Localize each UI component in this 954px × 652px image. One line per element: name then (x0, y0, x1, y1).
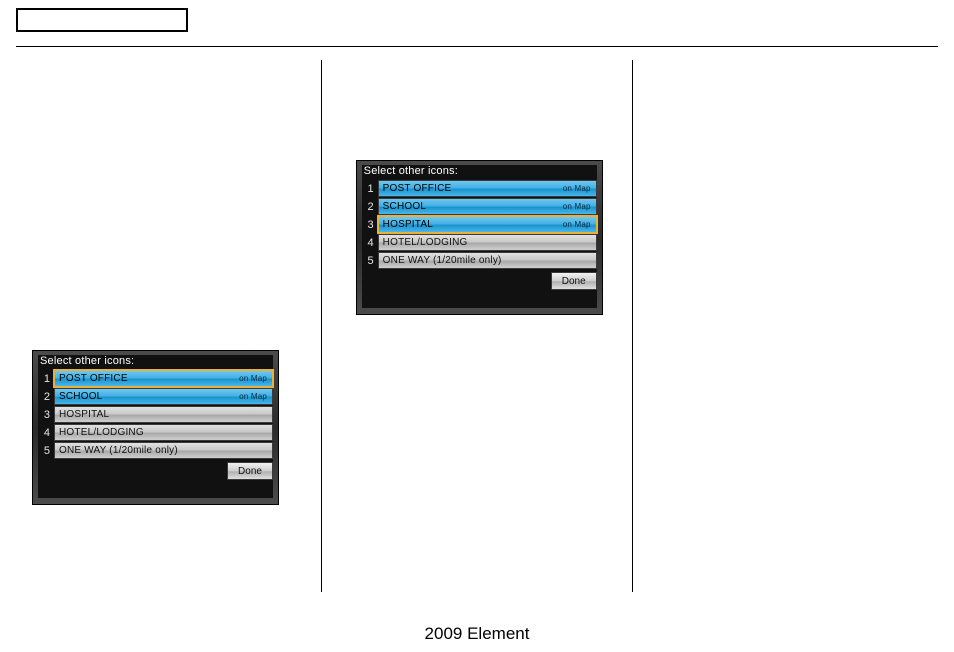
option-label: HOSPITAL (383, 219, 433, 230)
column-right (639, 60, 938, 592)
column-left: Select other icons: 1 POST OFFICE on Map 2S… (16, 60, 315, 592)
nav-screenshot-b: Select other icons: 1 POST OFFICE on Map 2S… (356, 160, 603, 315)
icon-option-button[interactable]: HOSPITAL (54, 406, 273, 423)
option-label: ONE WAY (1/20mile only) (383, 255, 502, 266)
row-number: 2 (38, 391, 50, 403)
row-number: 1 (38, 373, 50, 385)
icon-option-button[interactable]: ONE WAY (1/20mile only) (54, 442, 273, 459)
row-number: 4 (38, 427, 50, 439)
icon-option-button[interactable]: POST OFFICE on Map (378, 180, 597, 197)
icon-option-button[interactable]: ONE WAY (1/20mile only) (378, 252, 597, 269)
list-row: 2 SCHOOL on Map (38, 388, 273, 405)
icon-option-button[interactable]: POST OFFICE on Map (54, 370, 273, 387)
done-button[interactable]: Done (227, 462, 273, 480)
list-row: 2 SCHOOL on Map (362, 198, 597, 215)
icon-option-button[interactable]: SCHOOL on Map (54, 388, 273, 405)
option-label: HOTEL/LODGING (383, 237, 468, 248)
panel-title: Select other icons: (38, 355, 273, 370)
row-number: 1 (362, 183, 374, 195)
horizontal-rule (16, 46, 938, 47)
done-button[interactable]: Done (551, 272, 597, 290)
row-number: 4 (362, 237, 374, 249)
on-map-badge: on Map (563, 202, 592, 211)
column-middle: Select other icons: 1 POST OFFICE on Map 2S… (328, 60, 627, 592)
on-map-badge: on Map (563, 184, 592, 193)
option-label: ONE WAY (1/20mile only) (59, 445, 178, 456)
icon-option-button[interactable]: HOTEL/LODGING (378, 234, 597, 251)
option-label: SCHOOL (383, 201, 426, 212)
row-number: 3 (38, 409, 50, 421)
on-map-badge: on Map (239, 392, 268, 401)
list-row: 1 POST OFFICE on Map (362, 180, 597, 197)
icon-option-button[interactable]: SCHOOL on Map (378, 198, 597, 215)
blank-frame (16, 8, 188, 32)
list-row: 5 ONE WAY (1/20mile only) (362, 252, 597, 269)
list-row: 3 HOSPITAL on Map (362, 216, 597, 233)
list-row: 1 POST OFFICE on Map (38, 370, 273, 387)
list-row: 5 ONE WAY (1/20mile only) (38, 442, 273, 459)
footer-text: 2009 Element (0, 624, 954, 644)
panel-title: Select other icons: (362, 165, 597, 180)
list-row: 3 HOSPITAL (38, 406, 273, 423)
option-label: POST OFFICE (383, 183, 452, 194)
nav-screenshot-a: Select other icons: 1 POST OFFICE on Map 2S… (32, 350, 279, 505)
column-separator (321, 60, 322, 592)
row-number: 3 (362, 219, 374, 231)
icon-option-button[interactable]: HOTEL/LODGING (54, 424, 273, 441)
column-separator (632, 60, 633, 592)
list-row: 4 HOTEL/LODGING (38, 424, 273, 441)
on-map-badge: on Map (563, 220, 592, 229)
option-label: HOSPITAL (59, 409, 109, 420)
panel-a-list: 1 POST OFFICE on Map 2 SCHOOL on Map 3 HOSPITAL… (38, 370, 273, 459)
row-number: 5 (38, 445, 50, 457)
icon-option-button[interactable]: HOSPITAL on Map (378, 216, 597, 233)
row-number: 5 (362, 255, 374, 267)
list-row: 4 HOTEL/LODGING (362, 234, 597, 251)
panel-b-list: 1 POST OFFICE on Map 2 SCHOOL on Map 3 HOSPITAL… (362, 180, 597, 269)
on-map-badge: on Map (239, 374, 268, 383)
option-label: POST OFFICE (59, 373, 128, 384)
option-label: SCHOOL (59, 391, 102, 402)
columns: Select other icons: 1POST OFFICEon Map2S… (16, 60, 938, 592)
option-label: HOTEL/LODGING (59, 427, 144, 438)
row-number: 2 (362, 201, 374, 213)
